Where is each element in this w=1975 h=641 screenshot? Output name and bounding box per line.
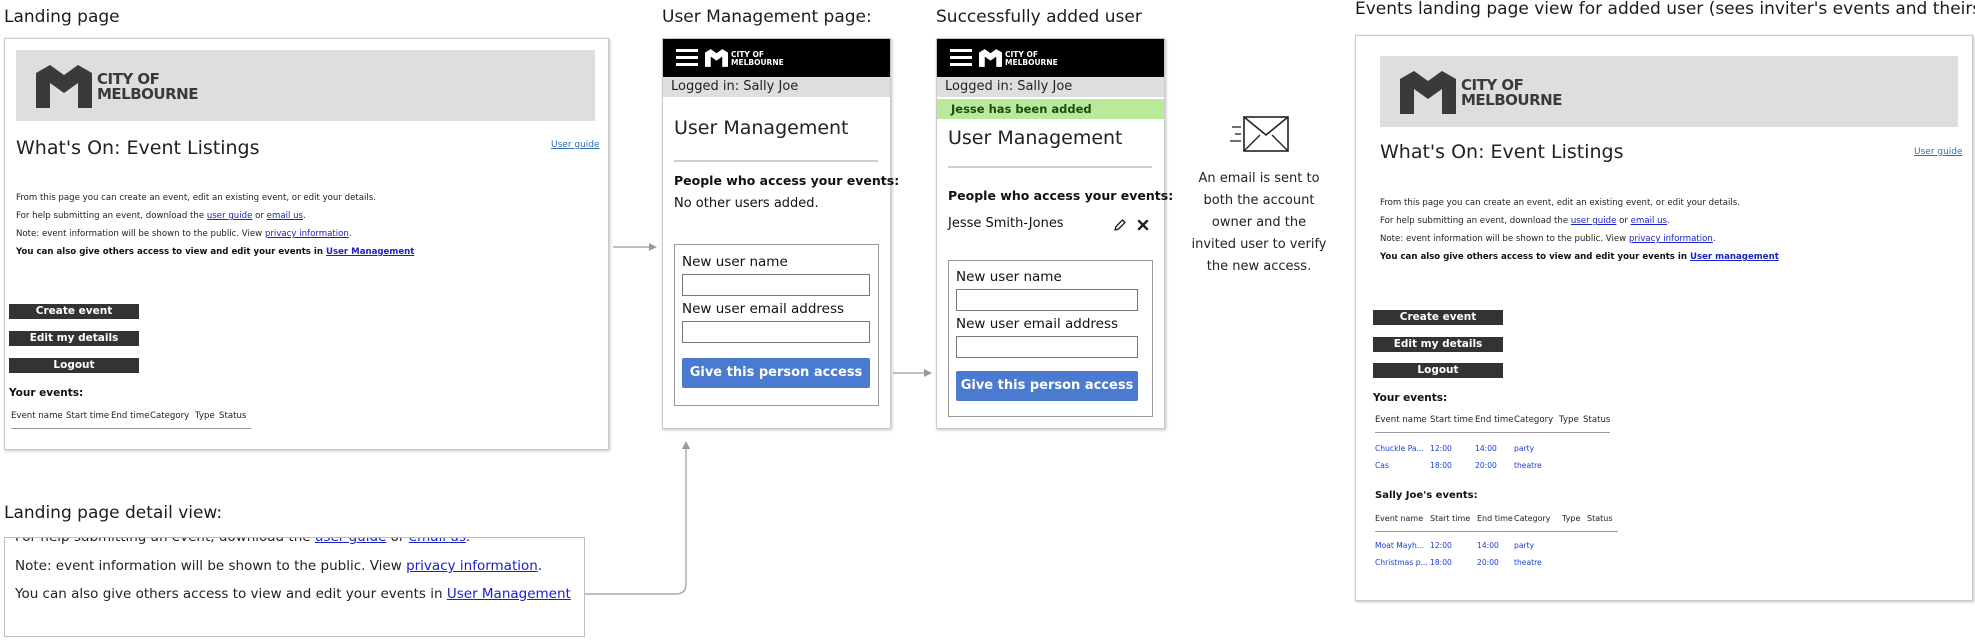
create-event-button[interactable]: Create event [1373, 310, 1503, 325]
arrowhead [924, 369, 932, 377]
email-note-line: owner and the [1211, 215, 1307, 230]
column-start-time: Start time [1430, 415, 1474, 425]
email-note-line: the new access. [1206, 259, 1312, 274]
your-events-heading: Your events: [1373, 392, 1448, 404]
column-category: Category [1514, 514, 1551, 523]
detail-help-mid: or [390, 537, 405, 545]
privacy-information-link[interactable]: privacy information [1629, 234, 1713, 244]
start-time-cell: 18:00 [1430, 461, 1452, 470]
column-type: Type [1562, 514, 1581, 523]
note-text: Note: event information will be shown to… [1380, 234, 1716, 244]
user-management-link[interactable]: User management [1690, 252, 1779, 262]
table-divider [1375, 432, 1610, 433]
logo-text: CITY OF MELBOURNE [1461, 78, 1562, 108]
column-event-name: Event name [1375, 415, 1427, 425]
start-time-cell: 18:00 [1430, 558, 1452, 567]
column-end-time: End time [1475, 415, 1514, 425]
help-text-mid: or [1619, 216, 1628, 226]
city-of-melbourne-logo-icon [1400, 71, 1456, 114]
detail-user-management-link[interactable]: User Management [447, 586, 571, 602]
logout-button[interactable]: Logout [1373, 363, 1503, 378]
note-text-post: . [1712, 234, 1716, 244]
end-time-cell: 20:00 [1475, 461, 1497, 470]
help-text-pre: For help submitting an event, download t… [1380, 216, 1569, 226]
email-note-line: An email is sent to [1198, 171, 1320, 186]
logo-line2: MELBOURNE [1461, 91, 1562, 109]
email-note-line: both the account [1203, 193, 1315, 208]
sally-events-heading: Sally Joe's events: [1375, 490, 1478, 501]
detail-note-post: . [537, 558, 543, 574]
help-text: For help submitting an event, download t… [1380, 216, 1670, 226]
arrowhead [649, 243, 657, 251]
intro-text: From this page you can create an event, … [1380, 198, 1740, 208]
end-time-cell: 20:00 [1477, 558, 1499, 567]
edit-my-details-button[interactable]: Edit my details [1373, 337, 1503, 352]
category-cell: party [1514, 444, 1535, 453]
user-guide-download-link[interactable]: user guide [1571, 216, 1617, 226]
email-us-link[interactable]: email us [1631, 216, 1667, 226]
event-name-cell[interactable]: Cas [1375, 461, 1389, 470]
column-start-time: Start time [1430, 514, 1471, 523]
column-end-time: End time [1477, 514, 1513, 523]
end-time-cell: 14:00 [1477, 541, 1499, 550]
user-guide-link[interactable]: User guide [1914, 147, 1963, 157]
start-time-cell: 12:00 [1430, 541, 1452, 550]
detail-access-pre: You can also give others access to view … [15, 586, 443, 602]
email-note: An email is sent to both the account own… [1180, 168, 1338, 278]
column-status: Status [1583, 415, 1611, 425]
end-time-cell: 14:00 [1475, 444, 1497, 453]
event-name-cell[interactable]: Christmas p... [1375, 558, 1428, 567]
table-divider [1375, 531, 1618, 532]
detail-access-text: You can also give others access to view … [15, 586, 571, 602]
detail-note-text: Note: event information will be shown to… [15, 558, 542, 574]
access-text-pre: You can also give others access to view … [1380, 252, 1687, 262]
column-type: Type [1559, 415, 1579, 425]
detail-note-pre: Note: event information will be shown to… [15, 558, 402, 574]
arrow-detail-to-user-management [568, 448, 687, 595]
detail-help-text: For help submitting an event, download t… [15, 537, 471, 545]
arrowhead [682, 441, 690, 449]
category-cell: party [1514, 541, 1535, 550]
note-text-pre: Note: event information will be shown to… [1380, 234, 1627, 244]
detail-help-pre: For help submitting an event, download t… [15, 537, 311, 545]
detail-help-post: . [465, 537, 471, 545]
category-cell: theatre [1514, 461, 1542, 470]
help-text-post: . [1667, 216, 1670, 226]
column-category: Category [1514, 415, 1554, 425]
email-note-line: invited user to verify [1191, 237, 1327, 252]
access-text: You can also give others access to view … [1380, 252, 1779, 262]
page-title: What's On: Event Listings [1380, 141, 1624, 163]
column-event-name: Event name [1375, 514, 1424, 523]
detail-email-us-link[interactable]: email us [409, 538, 466, 545]
start-time-cell: 12:00 [1430, 444, 1452, 453]
event-name-cell[interactable]: Chuckle Pa... [1375, 444, 1424, 453]
detail-user-guide-link[interactable]: user guide [315, 538, 387, 545]
detail-privacy-information-link[interactable]: privacy information [406, 558, 538, 574]
events-view-frame: CITY OF MELBOURNE What's On: Event Listi… [1355, 35, 1973, 601]
category-cell: theatre [1514, 558, 1542, 567]
detail-view-frame: For help submitting an event, download t… [4, 537, 585, 637]
email-envelope-icon [1230, 116, 1289, 152]
event-name-cell[interactable]: Moat Mayh... [1375, 541, 1424, 550]
column-status: Status [1587, 514, 1613, 523]
